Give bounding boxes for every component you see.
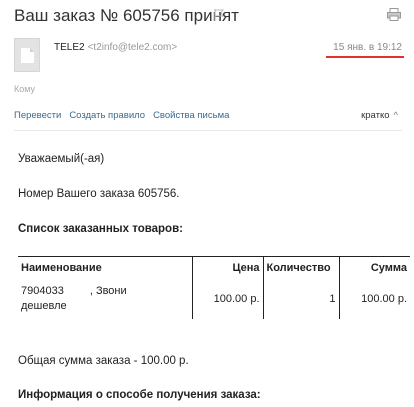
email-properties-link[interactable]: Свойства письма: [153, 110, 229, 121]
brief-toggle[interactable]: кратко ^: [361, 110, 398, 121]
recipient-label[interactable]: Кому: [14, 84, 35, 94]
col-header-price: Цена: [191, 256, 263, 279]
col-header-sum: Сумма: [338, 256, 410, 279]
sender-email[interactable]: <t2info@tele2.com>: [88, 42, 178, 53]
brief-label: кратко: [361, 110, 390, 121]
col-header-qty: Количество: [262, 256, 339, 279]
flag-icon[interactable]: [214, 9, 224, 21]
item-name: 7904033, Звони дешевле: [21, 284, 127, 312]
email-actions: Перевести Создать правило Свойства письма: [14, 110, 237, 121]
email-date: 15 янв. в 19:12: [333, 42, 402, 53]
sender-avatar: [14, 38, 40, 72]
create-rule-link[interactable]: Создать правило: [69, 110, 145, 121]
item-qty: 1: [262, 278, 339, 319]
print-icon[interactable]: [387, 8, 401, 21]
item-price: 100.00 р.: [191, 278, 263, 319]
header-divider: [14, 130, 402, 131]
col-header-name: Наименование: [18, 256, 192, 279]
chevron-up-icon: ^: [393, 110, 398, 121]
translate-link[interactable]: Перевести: [14, 110, 61, 121]
order-items-table: Наименование Цена Количество Сумма 79040…: [18, 256, 410, 319]
sender-name[interactable]: TELE2: [54, 42, 85, 53]
table-row: 7904033, Звони дешевле 100.00 р. 1 100.0…: [18, 278, 410, 319]
order-number-text: Номер Вашего заказа 605756.: [18, 188, 180, 200]
sender-info[interactable]: TELE2 <t2info@tele2.com>: [54, 42, 177, 53]
items-heading: Список заказанных товаров:: [18, 223, 183, 235]
item-sum: 100.00 р.: [338, 278, 410, 319]
greeting: Уважаемый(-ая): [18, 153, 105, 165]
delivery-heading: Информация о способе получения заказа:: [18, 389, 261, 401]
date-highlight-underline: [326, 56, 404, 58]
table-header-row: Наименование Цена Количество Сумма: [18, 256, 410, 279]
order-total: Общая сумма заказа - 100.00 р.: [18, 355, 189, 367]
document-icon: [21, 48, 34, 63]
email-subject: Ваш заказ № 605756 принят: [14, 6, 239, 25]
